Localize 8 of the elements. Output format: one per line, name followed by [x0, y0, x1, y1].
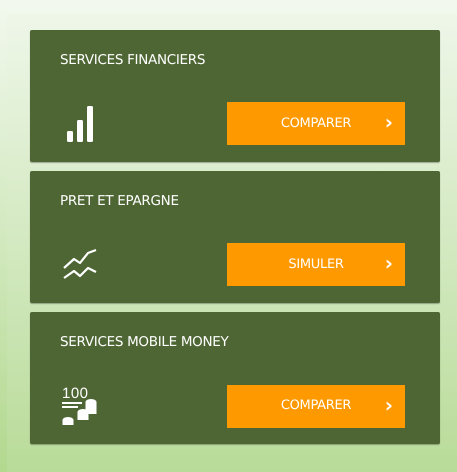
trend-lines-icon [62, 248, 98, 282]
card-title: SERVICES MOBILE MONEY [60, 333, 228, 352]
action-button[interactable]: SIMULER › [227, 243, 405, 286]
bar-chart-icon [66, 104, 94, 142]
card-title: PRET ET EPARGNE [60, 192, 179, 211]
action-button[interactable]: COMPARER › [227, 384, 405, 428]
action-button[interactable]: COMPARER › [227, 102, 405, 145]
card-title: SERVICES FINANCIERS [60, 51, 206, 70]
